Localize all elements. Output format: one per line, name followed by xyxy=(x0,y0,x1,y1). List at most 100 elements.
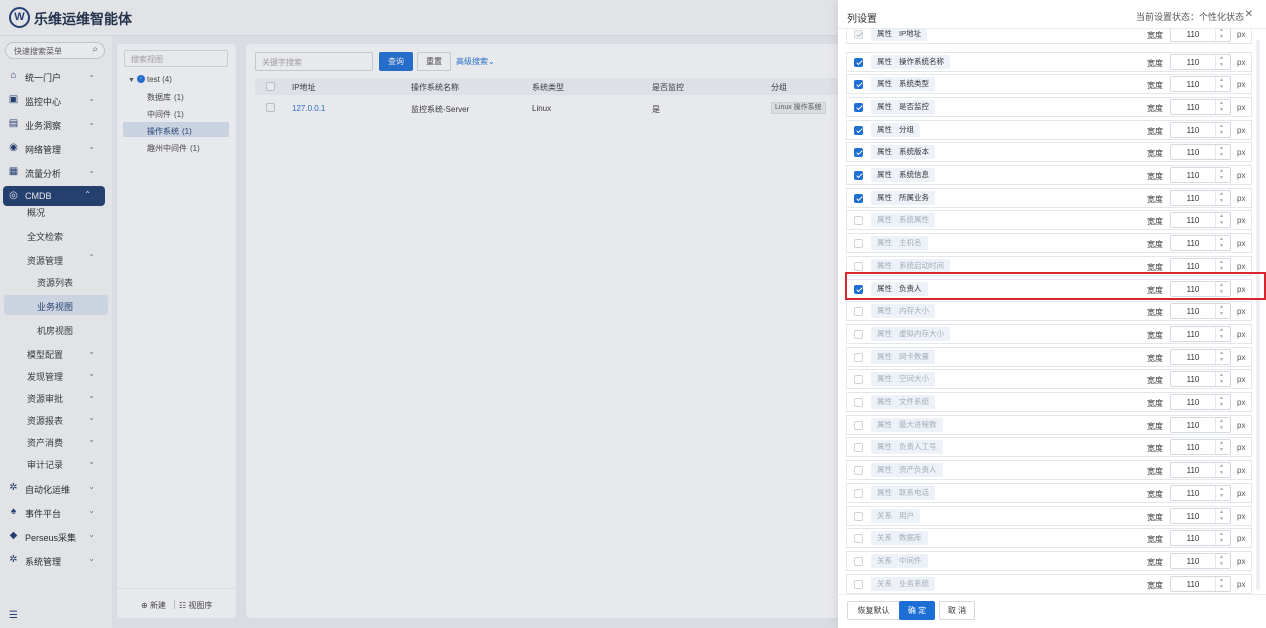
width-stepper[interactable]: ▲ ▼ xyxy=(1215,236,1230,251)
width-input[interactable]: 110 ▲ ▼ xyxy=(1170,189,1231,206)
chevron-down-icon[interactable]: ▼ xyxy=(1219,403,1224,408)
column-checkbox[interactable] xyxy=(854,216,863,226)
chevron-down-icon[interactable]: ▼ xyxy=(1219,221,1224,226)
column-checkbox[interactable] xyxy=(854,261,863,271)
width-input[interactable]: 110 ▲ ▼ xyxy=(1170,507,1231,524)
width-input[interactable]: 110 ▲ ▼ xyxy=(1170,575,1231,592)
width-stepper[interactable]: ▲ ▼ xyxy=(1215,29,1230,41)
width-stepper[interactable]: ▲ ▼ xyxy=(1215,145,1230,160)
chevron-up-icon[interactable]: ▲ xyxy=(1219,509,1224,515)
chevron-down-icon[interactable]: ▼ xyxy=(1219,561,1224,567)
width-input[interactable]: 110 ▲ ▼ xyxy=(1170,29,1231,42)
column-checkbox[interactable] xyxy=(854,329,863,339)
width-stepper[interactable]: ▲ ▼ xyxy=(1215,553,1230,568)
chevron-up-icon[interactable]: ▲ xyxy=(1219,396,1224,401)
chevron-up-icon[interactable]: ▲ xyxy=(1219,191,1224,197)
width-stepper[interactable]: ▲ ▼ xyxy=(1215,190,1230,205)
column-checkbox[interactable] xyxy=(854,443,863,453)
width-stepper[interactable]: ▲ ▼ xyxy=(1215,576,1230,591)
width-input[interactable]: 110 ▲ ▼ xyxy=(1170,325,1231,342)
width-input[interactable]: 110 ▲ ▼ xyxy=(1170,167,1231,183)
column-checkbox[interactable] xyxy=(854,579,863,589)
width-stepper[interactable]: ▲ ▼ xyxy=(1215,213,1230,228)
column-checkbox[interactable] xyxy=(854,352,863,362)
restore-default-button[interactable]: 恢复默认 xyxy=(847,601,900,620)
chevron-up-icon[interactable]: ▲ xyxy=(1219,259,1224,265)
chevron-up-icon[interactable]: ▲ xyxy=(1219,486,1224,492)
chevron-up-icon[interactable]: ▲ xyxy=(1219,78,1224,83)
chevron-up-icon[interactable]: ▲ xyxy=(1219,237,1224,242)
width-stepper[interactable]: ▲ ▼ xyxy=(1215,531,1230,546)
chevron-down-icon[interactable]: ▼ xyxy=(1219,107,1224,113)
width-stepper[interactable]: ▲ ▼ xyxy=(1215,258,1230,273)
width-input[interactable]: 110 ▲ ▼ xyxy=(1170,76,1231,93)
width-input[interactable]: 110 ▲ ▼ xyxy=(1170,303,1231,320)
width-input[interactable]: 110 ▲ ▼ xyxy=(1170,484,1231,501)
column-checkbox[interactable] xyxy=(854,375,863,385)
chevron-down-icon[interactable]: ▼ xyxy=(1219,425,1224,431)
width-stepper[interactable]: ▲ ▼ xyxy=(1215,463,1230,478)
column-checkbox[interactable] xyxy=(854,398,863,407)
chevron-up-icon[interactable]: ▲ xyxy=(1219,169,1224,174)
chevron-up-icon[interactable]: ▲ xyxy=(1219,441,1224,446)
confirm-button[interactable]: 确 定 xyxy=(899,601,935,620)
chevron-up-icon[interactable]: ▲ xyxy=(1219,214,1224,219)
chevron-up-icon[interactable]: ▲ xyxy=(1219,373,1224,378)
width-stepper[interactable]: ▲ ▼ xyxy=(1215,326,1230,341)
width-input[interactable]: 110 ▲ ▼ xyxy=(1170,348,1231,365)
width-input[interactable]: 110 ▲ ▼ xyxy=(1170,530,1231,547)
column-checkbox[interactable] xyxy=(854,148,863,158)
column-checkbox[interactable] xyxy=(854,420,863,430)
chevron-down-icon[interactable]: ▼ xyxy=(1219,176,1224,181)
chevron-down-icon[interactable]: ▼ xyxy=(1219,35,1224,40)
chevron-up-icon[interactable]: ▲ xyxy=(1219,532,1224,537)
chevron-up-icon[interactable]: ▲ xyxy=(1219,350,1224,356)
width-input[interactable]: 110 ▲ ▼ xyxy=(1170,552,1231,569)
column-checkbox[interactable] xyxy=(854,193,863,203)
width-stepper[interactable]: ▲ ▼ xyxy=(1215,99,1230,114)
column-checkbox[interactable] xyxy=(854,511,863,521)
width-input[interactable]: 110 ▲ ▼ xyxy=(1170,144,1231,161)
width-stepper[interactable]: ▲ ▼ xyxy=(1215,440,1230,455)
chevron-up-icon[interactable]: ▲ xyxy=(1219,327,1224,333)
chevron-up-icon[interactable]: ▲ xyxy=(1219,146,1224,151)
chevron-down-icon[interactable]: ▼ xyxy=(1219,130,1224,136)
width-input[interactable]: 110 ▲ ▼ xyxy=(1170,121,1231,138)
width-stepper[interactable]: ▲ ▼ xyxy=(1215,168,1230,182)
width-input[interactable]: 110 ▲ ▼ xyxy=(1170,439,1231,456)
chevron-down-icon[interactable]: ▼ xyxy=(1219,471,1224,476)
width-stepper[interactable]: ▲ ▼ xyxy=(1215,304,1230,319)
chevron-down-icon[interactable]: ▼ xyxy=(1219,357,1224,363)
width-input[interactable]: 110 ▲ ▼ xyxy=(1170,98,1231,115)
chevron-down-icon[interactable]: ▼ xyxy=(1219,198,1224,204)
column-checkbox[interactable] xyxy=(854,80,863,90)
chevron-up-icon[interactable]: ▲ xyxy=(1219,464,1224,469)
chevron-down-icon[interactable]: ▼ xyxy=(1219,312,1224,317)
chevron-down-icon[interactable]: ▼ xyxy=(1219,380,1224,385)
width-input[interactable]: 110 ▲ ▼ xyxy=(1170,235,1231,252)
column-checkbox[interactable] xyxy=(854,125,863,135)
modal-overlay[interactable] xyxy=(0,0,838,628)
chevron-up-icon[interactable]: ▲ xyxy=(1219,305,1224,310)
chevron-down-icon[interactable]: ▼ xyxy=(1219,493,1224,499)
chevron-up-icon[interactable]: ▲ xyxy=(1219,100,1224,106)
chevron-up-icon[interactable]: ▲ xyxy=(1219,418,1224,424)
column-checkbox[interactable] xyxy=(854,534,863,544)
width-input[interactable]: 110 ▲ ▼ xyxy=(1170,416,1231,433)
width-input[interactable]: 110 ▲ ▼ xyxy=(1170,394,1231,410)
chevron-down-icon[interactable]: ▼ xyxy=(1219,153,1224,158)
chevron-down-icon[interactable]: ▼ xyxy=(1219,85,1224,90)
chevron-down-icon[interactable]: ▼ xyxy=(1219,62,1224,68)
chevron-down-icon[interactable]: ▼ xyxy=(1219,244,1224,249)
chevron-up-icon[interactable]: ▲ xyxy=(1219,55,1224,61)
width-stepper[interactable]: ▲ ▼ xyxy=(1215,77,1230,92)
chevron-down-icon[interactable]: ▼ xyxy=(1219,516,1224,522)
chevron-up-icon[interactable]: ▲ xyxy=(1219,577,1224,583)
width-stepper[interactable]: ▲ ▼ xyxy=(1215,349,1230,364)
width-input[interactable]: 110 ▲ ▼ xyxy=(1170,371,1231,388)
chevron-up-icon[interactable]: ▲ xyxy=(1219,29,1224,33)
column-checkbox[interactable] xyxy=(854,466,863,476)
chevron-down-icon[interactable]: ▼ xyxy=(1219,584,1224,590)
width-input[interactable]: 110 ▲ ▼ xyxy=(1170,462,1231,479)
column-checkbox[interactable] xyxy=(854,556,863,566)
